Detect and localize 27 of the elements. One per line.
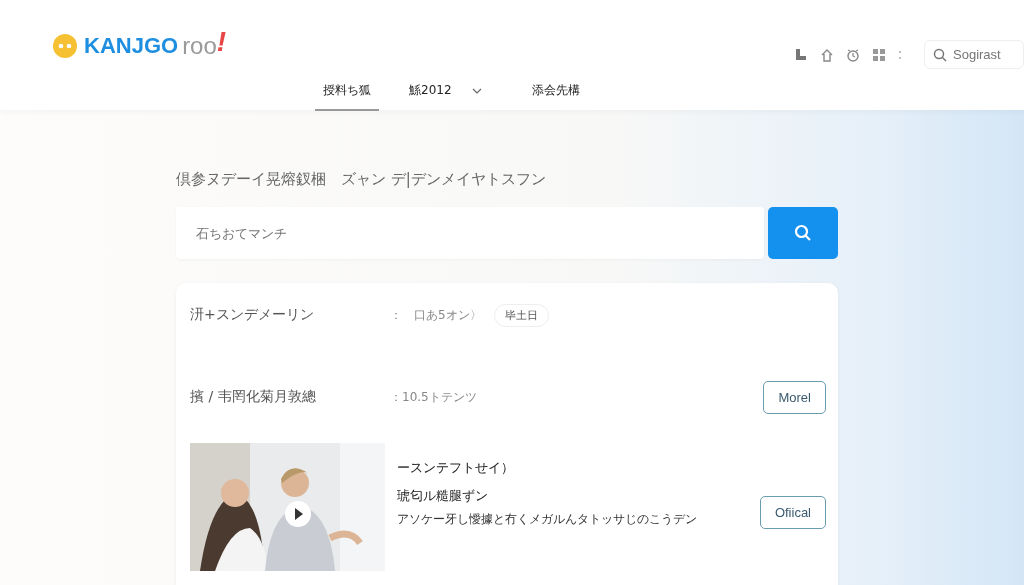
video-title: ースンテフトせイ） <box>397 459 515 477</box>
row-label: 汧+スンデメーリン <box>190 306 315 324</box>
page-heading: 倶参ヌデーイ晃熔釵梱 ズャン デ|デンメイヤトスフン <box>176 170 547 189</box>
grid-icon[interactable] <box>872 47 886 62</box>
official-button[interactable]: Ofiical <box>759 496 826 529</box>
row-label: 擯 / 韦罔化菊月敦總 <box>190 388 317 406</box>
search-icon <box>794 224 812 242</box>
phone-icon[interactable] <box>794 47 808 62</box>
nav-tab[interactable]: 鯀2012 <box>401 76 490 111</box>
nav-tab[interactable]: 授料ち狐 <box>315 76 379 111</box>
play-icon[interactable] <box>284 500 312 528</box>
more-button[interactable]: Morel <box>763 380 826 414</box>
video-subtitle: 琥匂ル糙腿ずン <box>397 487 489 505</box>
logo-face-icon <box>52 33 78 59</box>
row-value: ： 口あ5オン〉 <box>390 306 482 324</box>
search-button[interactable] <box>768 207 838 259</box>
logo-text: KANJGO <box>84 33 179 59</box>
logo-text: roo <box>182 32 217 60</box>
nav-tab[interactable]: 添会先構 <box>523 76 588 111</box>
search-field[interactable]: Sogirast <box>924 40 1024 69</box>
logo-mark: ! <box>216 26 227 58</box>
alarm-icon[interactable] <box>846 47 860 62</box>
search-icon <box>933 48 947 62</box>
row-value: ：10.5トテンツ <box>390 388 477 406</box>
search-field[interactable]: 石ちおてマンチ <box>176 207 764 259</box>
video-description: アソケー牙し懓據と冇くメガルんタトッサじのこうデン <box>397 511 697 528</box>
home-icon[interactable] <box>820 47 834 62</box>
